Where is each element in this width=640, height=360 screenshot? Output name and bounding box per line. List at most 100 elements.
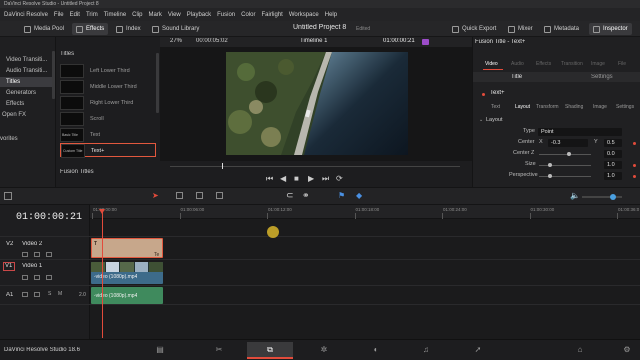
node-tab-text[interactable]: Text [491,104,500,110]
v1-lock-icon[interactable] [22,275,28,280]
layout-section-header[interactable]: Layout [486,117,503,123]
volume-knob[interactable] [610,194,616,200]
title-left-lower-third[interactable]: Left Lower Third [60,64,156,78]
title-right-lower-third[interactable]: Right Lower Third [60,96,156,110]
zoom-level[interactable]: 27% [170,38,182,44]
perspective-knob[interactable] [548,174,552,178]
menu-playback[interactable]: Playback [187,12,211,18]
menu-workspace[interactable]: Workspace [289,12,319,18]
trim-tool-icon[interactable] [176,192,183,199]
menu-clip[interactable]: Clip [132,12,142,18]
timeline-ruler[interactable]: 01:00:00:00 01:00:06:00 01:00:12:00 01:00:1… [90,205,640,219]
size-field[interactable]: 1.0 [604,161,622,169]
tab-image[interactable]: Image [591,61,605,67]
menu-help[interactable]: Help [325,12,337,18]
media-pool-button[interactable]: Media Pool [20,23,68,35]
section-collapse-icon[interactable]: ⌄ [479,117,483,123]
menu-file[interactable]: File [54,12,64,18]
tab-file[interactable]: File [618,61,626,67]
node-tab-settings[interactable]: Settings [616,104,634,110]
perspective-slider[interactable] [539,176,591,177]
track-name-v2[interactable]: Video 2 [22,241,42,247]
category-effects[interactable]: Effects [0,99,55,109]
v2-visibility-icon[interactable] [46,252,52,257]
volume-slider[interactable] [582,196,622,198]
center-z-knob[interactable] [567,152,571,156]
jump-start-icon[interactable]: ⏮ [266,174,273,184]
node-tab-shading[interactable]: Shading [565,104,583,110]
center-x-field[interactable]: -0.3 [548,139,588,147]
effects-button[interactable]: Effects [72,23,109,35]
perspective-field[interactable]: 1.0 [604,172,622,180]
viewer-scrub-bar[interactable] [170,166,460,167]
title-scroll[interactable]: Scroll [60,112,156,126]
title-text[interactable]: Basic Title Text [60,128,156,142]
category-scrollbar[interactable] [52,51,55,99]
center-y-field[interactable]: 0.5 [604,139,622,147]
category-titles[interactable]: Titles [0,77,55,87]
layout-icon[interactable] [4,192,12,200]
size-slider[interactable] [539,165,591,166]
tab-audio[interactable]: Audio [511,61,524,67]
type-dropdown[interactable]: Point [538,128,622,136]
play-icon[interactable]: ▶ [308,174,314,183]
playhead-line[interactable] [102,212,103,338]
category-generators[interactable]: Generators [0,88,55,98]
size-keyframe-dot[interactable] [633,164,636,167]
stop-icon[interactable]: ■ [294,174,299,183]
loop-icon[interactable]: ⟳ [336,174,343,183]
perspective-keyframe-dot[interactable] [633,175,636,178]
play-reverse-icon[interactable]: ◀ [280,174,286,183]
size-knob[interactable] [548,163,552,167]
link-icon[interactable]: ⚭ [302,190,310,201]
node-enable-dot[interactable] [482,93,485,96]
v2-lock-icon[interactable] [22,252,28,257]
cut-page-icon[interactable]: ✂ [214,345,224,355]
media-page-icon[interactable]: ▤ [155,345,165,355]
settings-gear-icon[interactable]: ⚙ [622,345,632,355]
snapping-icon[interactable]: ⊂ [286,190,294,201]
title-middle-lower-third[interactable]: Middle Lower Third [60,80,156,94]
a1-lock-icon[interactable] [22,292,28,297]
marker-icon[interactable]: ◆ [356,191,362,200]
v2-enable-icon[interactable] [34,252,40,257]
mixer-button[interactable]: Mixer [504,23,537,35]
metadata-button[interactable]: Metadata [540,23,583,35]
menu-davinci[interactable]: DaVinci Resolve [4,12,48,18]
index-button[interactable]: Index [112,23,145,35]
tab-video[interactable]: Video [485,61,498,67]
category-audio-transitions[interactable]: Audio Transiti... [0,66,55,76]
timeline-name-dropdown[interactable]: Timeline 1 [300,38,327,44]
dynamic-trim-icon[interactable] [196,192,203,199]
deliver-page-icon[interactable]: ➚ [473,345,483,355]
a1-enable-icon[interactable] [34,292,40,297]
tab-effects[interactable]: Effects [536,61,551,67]
a1-solo-button[interactable]: S [48,291,51,297]
titles-scrollbar[interactable] [156,53,159,113]
track-name-v1[interactable]: Video 1 [22,263,42,269]
node-tab-layout[interactable]: Layout [515,104,530,110]
edit-page-icon[interactable]: ⧉ [265,345,275,355]
a1-mute-button[interactable]: M [58,291,62,297]
menu-edit[interactable]: Edit [70,12,80,18]
center-z-slider[interactable] [539,154,591,155]
category-favorites[interactable]: vorites [0,134,55,144]
menu-timeline[interactable]: Timeline [104,12,126,18]
menu-mark[interactable]: Mark [149,12,162,18]
color-page-icon[interactable]: ◐ [371,345,381,355]
quick-export-button[interactable]: Quick Export [448,23,500,35]
title-text-plus[interactable]: Custom Title Text+ [60,143,156,158]
tab-transition[interactable]: Transition [561,61,583,67]
fusion-page-icon[interactable]: ✲ [319,345,329,355]
node-tab-transform[interactable]: Transform [536,104,559,110]
flag-icon[interactable]: ⚑ [338,191,345,200]
timeline-tracks-area[interactable] [90,205,640,339]
fairlight-page-icon[interactable]: ♫ [421,345,431,355]
v1-visibility-icon[interactable] [46,275,52,280]
jump-end-icon[interactable]: ⏭ [322,174,329,184]
v1-enable-icon[interactable] [34,275,40,280]
viewer-flag-icon[interactable] [422,39,429,45]
subtab-settings[interactable]: Settings [591,74,613,80]
sound-library-button[interactable]: Sound Library [148,23,203,35]
blade-tool-icon[interactable] [216,192,223,199]
